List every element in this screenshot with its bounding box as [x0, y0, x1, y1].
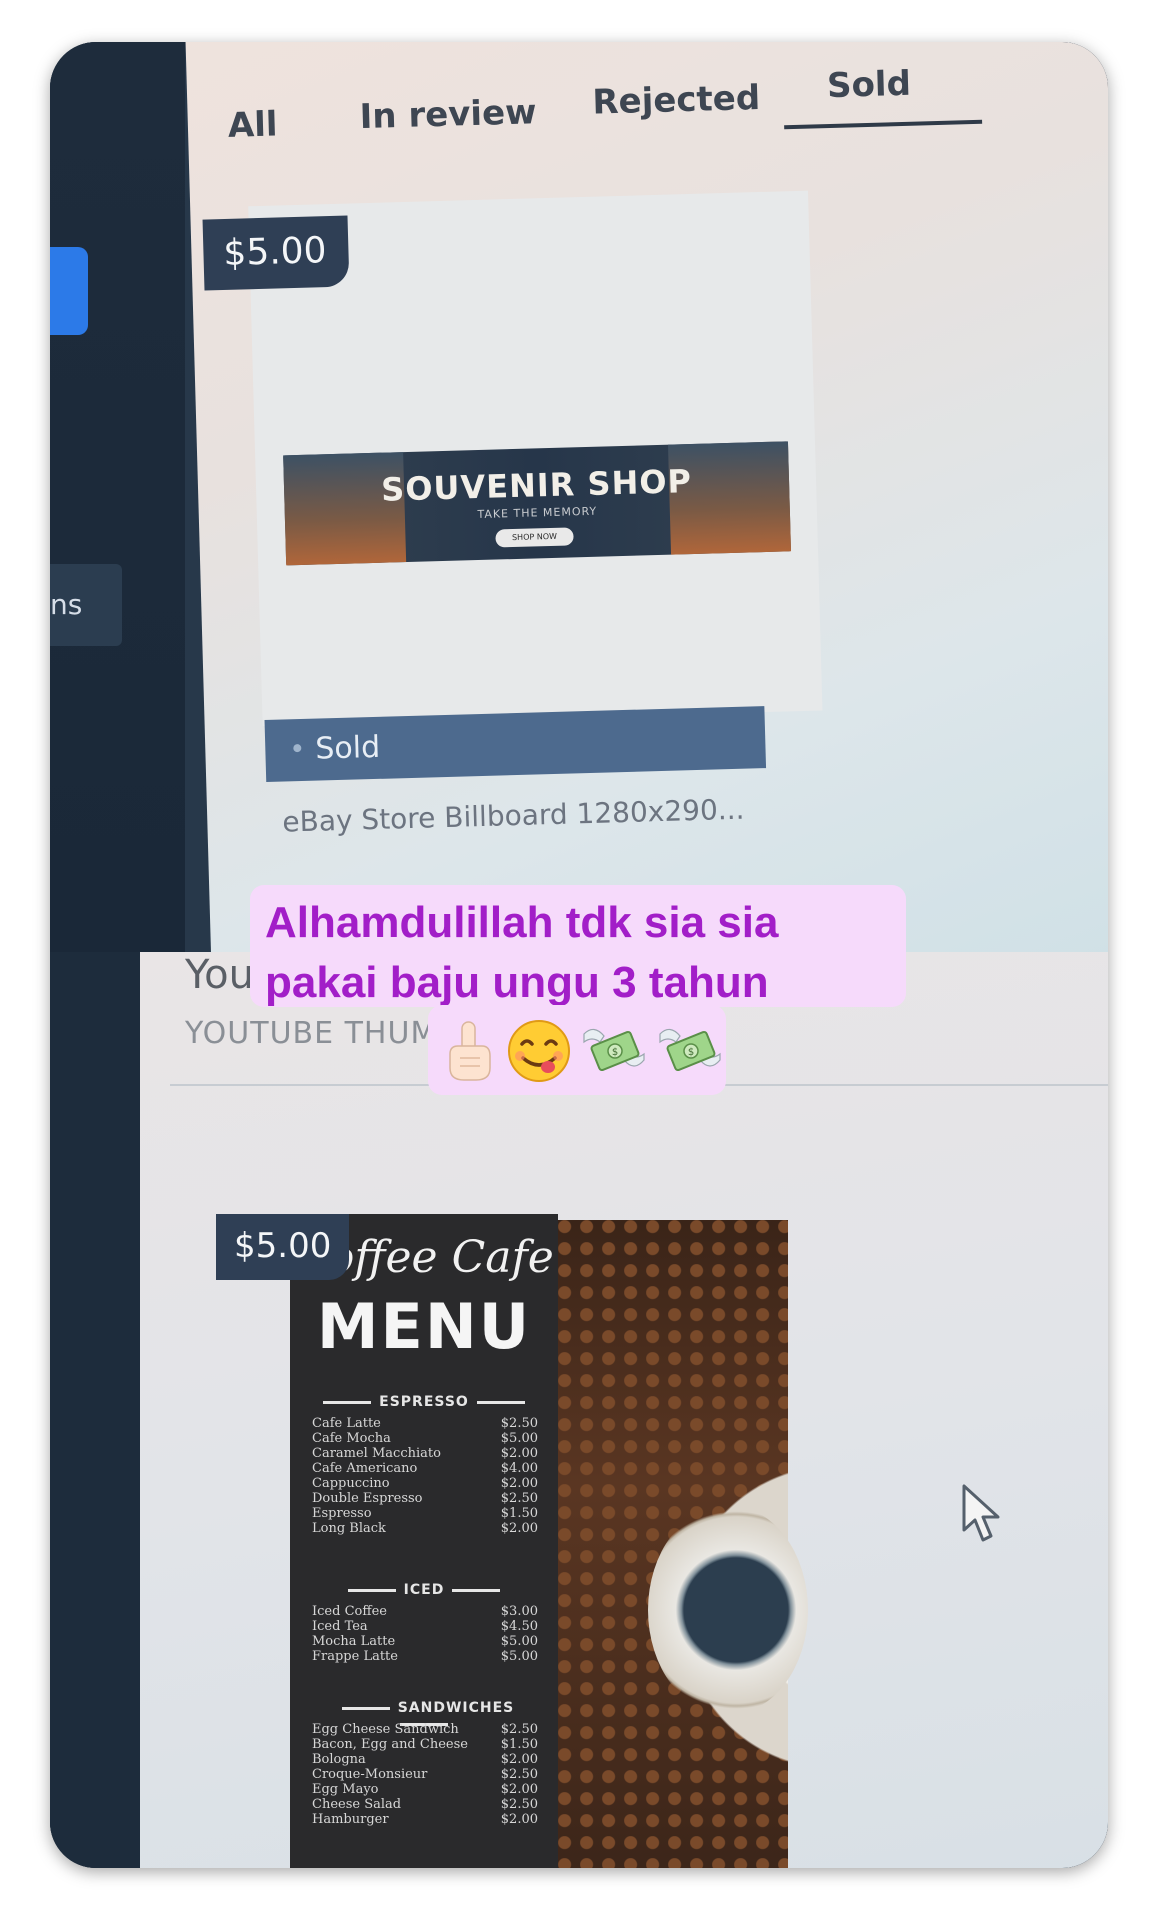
item-title[interactable]: eBay Store Billboard 1280x290...	[282, 793, 745, 839]
status-dot-icon	[293, 744, 302, 753]
svg-text:$: $	[688, 1047, 694, 1058]
listing-screen: All In review Rejected Sold SOUVENIR SHO…	[185, 42, 1108, 952]
menu-row: Double Espresso $2.50	[312, 1491, 538, 1506]
menu-row: Long Black $2.00	[312, 1521, 538, 1536]
price-badge: $5.00	[216, 1214, 350, 1280]
caption-text: Alhamdulillah tdk sia sia pakai baju ung…	[265, 893, 905, 1013]
emoji-row: $ $	[440, 1012, 730, 1090]
status-badge: Sold	[264, 706, 767, 783]
menu-row: Bacon, Egg and Cheese $1.50	[312, 1737, 538, 1752]
tab-sold-underline	[784, 119, 983, 130]
sidebar-active-button[interactable]	[50, 247, 88, 335]
top-photo: ns All In review Rejected Sold SOUVENIR …	[50, 42, 1108, 952]
menu-list-iced: Iced Coffee $3.00 Iced Tea $4.50 Mocha Lat…	[312, 1604, 538, 1664]
tab-all[interactable]: All	[227, 104, 278, 145]
menu-row: Cappuccino $2.00	[312, 1476, 538, 1491]
menu-section-espresso: ESPRESSO	[308, 1394, 540, 1410]
tab-rejected[interactable]: Rejected	[592, 78, 761, 123]
price-badge: $5.00	[202, 215, 350, 291]
menu-row: Cafe Latte $2.50	[312, 1416, 538, 1431]
menu-row: Iced Tea $4.50	[312, 1619, 538, 1634]
yum-face-icon	[508, 1020, 570, 1082]
menu-list-espresso: Cafe Latte $2.50 Cafe Mocha $5.00 Caramel …	[312, 1416, 538, 1536]
menu-row: Espresso $1.50	[312, 1506, 538, 1521]
menu-big-title: MENU	[316, 1290, 532, 1363]
menu-row: Mocha Latte $5.00	[312, 1634, 538, 1649]
menu-row: Croque-Monsieur $2.50	[312, 1767, 538, 1782]
pointing-up-icon	[449, 1021, 491, 1081]
money-with-wings-icon: $	[659, 1028, 721, 1072]
status-tabs: All In review Rejected Sold	[186, 42, 1108, 172]
svg-text:$: $	[612, 1047, 618, 1058]
menu-list-sandwiches: Egg Cheese Sandwich $2.50 Bacon, Egg and …	[312, 1722, 538, 1827]
tab-sold[interactable]: Sold	[826, 64, 911, 106]
sidebar-item[interactable]: ns	[50, 564, 122, 646]
tab-in-review[interactable]: In review	[359, 92, 537, 137]
menu-row: Egg Cheese Sandwich $2.50	[312, 1722, 538, 1737]
page-title: You	[185, 952, 254, 998]
menu-row: Caramel Macchiato $2.00	[312, 1446, 538, 1461]
category-label: YOUTUBE THUM	[185, 1016, 438, 1051]
menu-section-iced: ICED	[308, 1582, 540, 1598]
menu-row: Hamburger $2.00	[312, 1812, 538, 1827]
menu-row: Iced Coffee $3.00	[312, 1604, 538, 1619]
menu-row: Cafe Americano $4.00	[312, 1461, 538, 1476]
coffee-menu-thumbnail[interactable]: Coffee Cafe MENU ESPRESSO Cafe Latte $2.5…	[290, 1214, 558, 1868]
sidebar: ns	[50, 42, 185, 952]
coffee-cup-image	[648, 1505, 808, 1715]
menu-row: Bologna $2.00	[312, 1752, 538, 1767]
banner-shop-button: SHOP NOW	[495, 527, 574, 548]
menu-row: Frappe Latte $5.00	[312, 1649, 538, 1664]
mouse-cursor-icon	[962, 1484, 1000, 1542]
menu-row: Egg Mayo $2.00	[312, 1782, 538, 1797]
menu-row: Cheese Salad $2.50	[312, 1797, 538, 1812]
caption-line-1: Alhamdulillah tdk sia sia	[265, 898, 779, 947]
money-with-wings-icon: $	[583, 1028, 645, 1072]
status-label: Sold	[314, 729, 381, 767]
souvenir-shop-banner: SOUVENIR SHOP TAKE THE MEMORY SHOP NOW	[283, 441, 792, 566]
coffee-beans-image	[558, 1220, 808, 1868]
menu-row: Cafe Mocha $5.00	[312, 1431, 538, 1446]
sidebar	[50, 952, 145, 1868]
caption-line-2: pakai baju ungu 3 tahun	[265, 958, 769, 1007]
